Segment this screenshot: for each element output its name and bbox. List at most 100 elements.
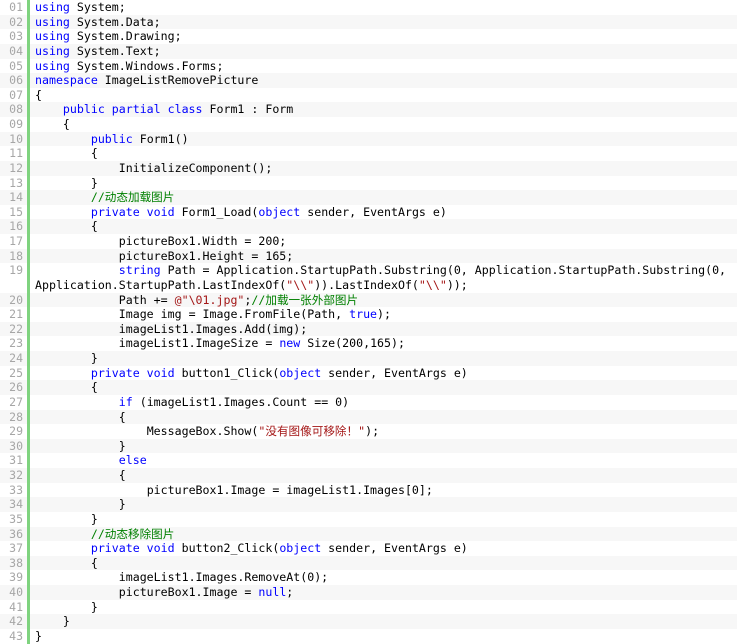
code-line-row[interactable]: 22 imageList1.Images.Add(img); <box>0 321 737 337</box>
code-line-row[interactable]: 08 public partial class Form1 : Form <box>0 102 737 117</box>
code-text[interactable]: private void Form1_Load(object sender, E… <box>30 205 737 220</box>
code-text[interactable]: pictureBox1.Image = imageList1.Images[0]… <box>30 483 737 498</box>
code-line-row[interactable]: 07 { <box>0 87 737 103</box>
code-text[interactable]: using System.Drawing; <box>30 29 737 44</box>
code-text[interactable]: private void button2_Click(object sender… <box>30 541 737 556</box>
code-text[interactable]: { <box>30 88 737 103</box>
code-text[interactable]: //动态加载图片 <box>30 190 737 205</box>
code-line-row[interactable]: 35 } <box>0 511 737 527</box>
code-text[interactable]: string Path = Application.StartupPath.Su… <box>30 263 737 292</box>
code-line-row[interactable]: 21 Image img = Image.FromFile(Path, true… <box>0 307 737 322</box>
code-text[interactable]: imageList1.Images.RemoveAt(0); <box>30 570 737 585</box>
code-text[interactable]: { <box>30 380 737 395</box>
code-line-row[interactable]: 26 { <box>0 380 737 395</box>
token-plain: imageList1.Images.Add(img); <box>35 321 308 336</box>
code-text[interactable]: } <box>30 600 737 615</box>
code-line-row[interactable]: 25 private void button1_Click(object sen… <box>0 365 737 381</box>
code-text[interactable]: public partial class Form1 : Form <box>30 102 737 117</box>
code-line-row[interactable]: 23 imageList1.ImageSize = new Size(200,1… <box>0 336 737 351</box>
code-text[interactable]: } <box>30 497 737 512</box>
code-line-row[interactable]: 31 else <box>0 453 737 468</box>
code-line-row[interactable]: 05 using System.Windows.Forms; <box>0 58 737 74</box>
code-line-row[interactable]: 43} <box>0 628 737 644</box>
code-line-row[interactable]: 19 string Path = Application.StartupPath… <box>0 263 737 293</box>
code-line-row[interactable]: 27 if (imageList1.Images.Count == 0) <box>0 394 737 410</box>
code-line-row[interactable]: 38 { <box>0 555 737 571</box>
code-line-row[interactable]: 09 { <box>0 117 737 132</box>
code-text[interactable]: } <box>30 614 737 629</box>
token-plain: pictureBox1.Image = imageList1.Images[0]… <box>35 482 433 497</box>
code-text[interactable]: { <box>30 146 737 161</box>
code-text[interactable]: InitializeComponent(); <box>30 161 737 176</box>
code-text[interactable]: using System.Text; <box>30 44 737 59</box>
line-number: 40 <box>9 585 23 599</box>
code-text[interactable]: Path += @"\01.jpg";//加载一张外部图片 <box>30 293 737 308</box>
code-line-row[interactable]: 30 } <box>0 438 737 454</box>
code-text[interactable]: public Form1() <box>30 132 737 147</box>
code-text[interactable]: Image img = Image.FromFile(Path, true); <box>30 307 737 322</box>
code-text[interactable]: private void button1_Click(object sender… <box>30 366 737 381</box>
code-line-row[interactable]: 17 pictureBox1.Width = 200; <box>0 234 737 249</box>
code-text[interactable]: imageList1.ImageSize = new Size(200,165)… <box>30 336 737 351</box>
code-line-row[interactable]: 13 } <box>0 175 737 191</box>
code-line-row[interactable]: 11 { <box>0 146 737 161</box>
code-line-row[interactable]: 24 } <box>0 351 737 366</box>
code-text[interactable]: //动态移除图片 <box>30 527 737 542</box>
code-text[interactable]: pictureBox1.Height = 165; <box>30 249 737 264</box>
code-text[interactable]: else <box>30 453 737 468</box>
token-kw: private void <box>90 204 175 219</box>
code-line-row[interactable]: 42 } <box>0 614 737 629</box>
code-line-row[interactable]: 18 pictureBox1.Height = 165; <box>0 248 737 264</box>
code-text[interactable]: pictureBox1.Width = 200; <box>30 234 737 249</box>
line-number: 18 <box>9 248 23 263</box>
code-line-row[interactable]: 02 using System.Data; <box>0 14 737 30</box>
code-line-row[interactable]: 03 using System.Drawing; <box>0 29 737 44</box>
code-text[interactable]: using System.Data; <box>30 15 737 30</box>
line-number: 27 <box>9 394 23 409</box>
code-text[interactable]: imageList1.Images.Add(img); <box>30 322 737 337</box>
code-line-row[interactable]: 41 } <box>0 599 737 615</box>
code-text[interactable]: { <box>30 468 737 483</box>
code-line-row[interactable]: 34 } <box>0 497 737 512</box>
code-line-row[interactable]: 32 { <box>0 468 737 483</box>
code-line-row[interactable]: 40 pictureBox1.Image = null; <box>0 585 737 600</box>
token-kw: if <box>118 394 133 409</box>
code-text[interactable]: { <box>30 219 737 234</box>
code-text[interactable]: using System; <box>30 0 737 15</box>
code-text[interactable]: if (imageList1.Images.Count == 0) <box>30 395 737 410</box>
code-line-row[interactable]: 28 { <box>0 409 737 425</box>
code-line-row[interactable]: 10 public Form1() <box>0 131 737 147</box>
code-text[interactable]: namespace ImageListRemovePicture <box>30 73 737 88</box>
code-line-row[interactable]: 04 using System.Text; <box>0 43 737 59</box>
code-line-row[interactable]: 36 //动态移除图片 <box>0 526 737 542</box>
code-line-row[interactable]: 20 Path += @"\01.jpg";//加载一张外部图片 <box>0 292 737 308</box>
token-kw: string <box>118 263 161 278</box>
code-line-row[interactable]: 12 InitializeComponent(); <box>0 160 737 176</box>
code-line-row[interactable]: 06 namespace ImageListRemovePicture <box>0 73 737 88</box>
token-plain: )); <box>446 277 468 292</box>
code-text[interactable]: } <box>30 351 737 366</box>
code-line-row[interactable]: 14 //动态加载图片 <box>0 190 737 205</box>
code-line-row[interactable]: 29 MessageBox.Show("没有图像可移除！"); <box>0 424 737 439</box>
code-text[interactable]: } <box>30 629 737 644</box>
line-number: 09 <box>9 117 23 131</box>
code-line-row[interactable]: 39 imageList1.Images.RemoveAt(0); <box>0 570 737 585</box>
code-text[interactable]: } <box>30 439 737 454</box>
code-text[interactable]: MessageBox.Show("没有图像可移除！"); <box>30 424 737 439</box>
code-line-row[interactable]: 16 { <box>0 219 737 234</box>
code-line-row[interactable]: 01 using System; <box>0 0 737 15</box>
token-plain: pictureBox1.Height = 165; <box>35 248 294 263</box>
code-text[interactable]: } <box>30 512 737 527</box>
code-text[interactable]: } <box>30 176 737 191</box>
code-listing[interactable]: 01 using System; 02 using System.Data; 03 usi… <box>0 0 737 644</box>
code-text[interactable]: { <box>30 556 737 571</box>
code-text[interactable]: pictureBox1.Image = null; <box>30 585 737 600</box>
code-line-row[interactable]: 15 private void Form1_Load(object sender… <box>0 204 737 220</box>
code-line-row[interactable]: 33 pictureBox1.Image = imageList1.Images… <box>0 482 737 498</box>
code-text[interactable]: { <box>30 410 737 425</box>
code-text[interactable]: using System.Windows.Forms; <box>30 59 737 74</box>
code-line-row[interactable]: 37 private void button2_Click(object sen… <box>0 541 737 556</box>
code-text[interactable]: { <box>30 117 737 132</box>
